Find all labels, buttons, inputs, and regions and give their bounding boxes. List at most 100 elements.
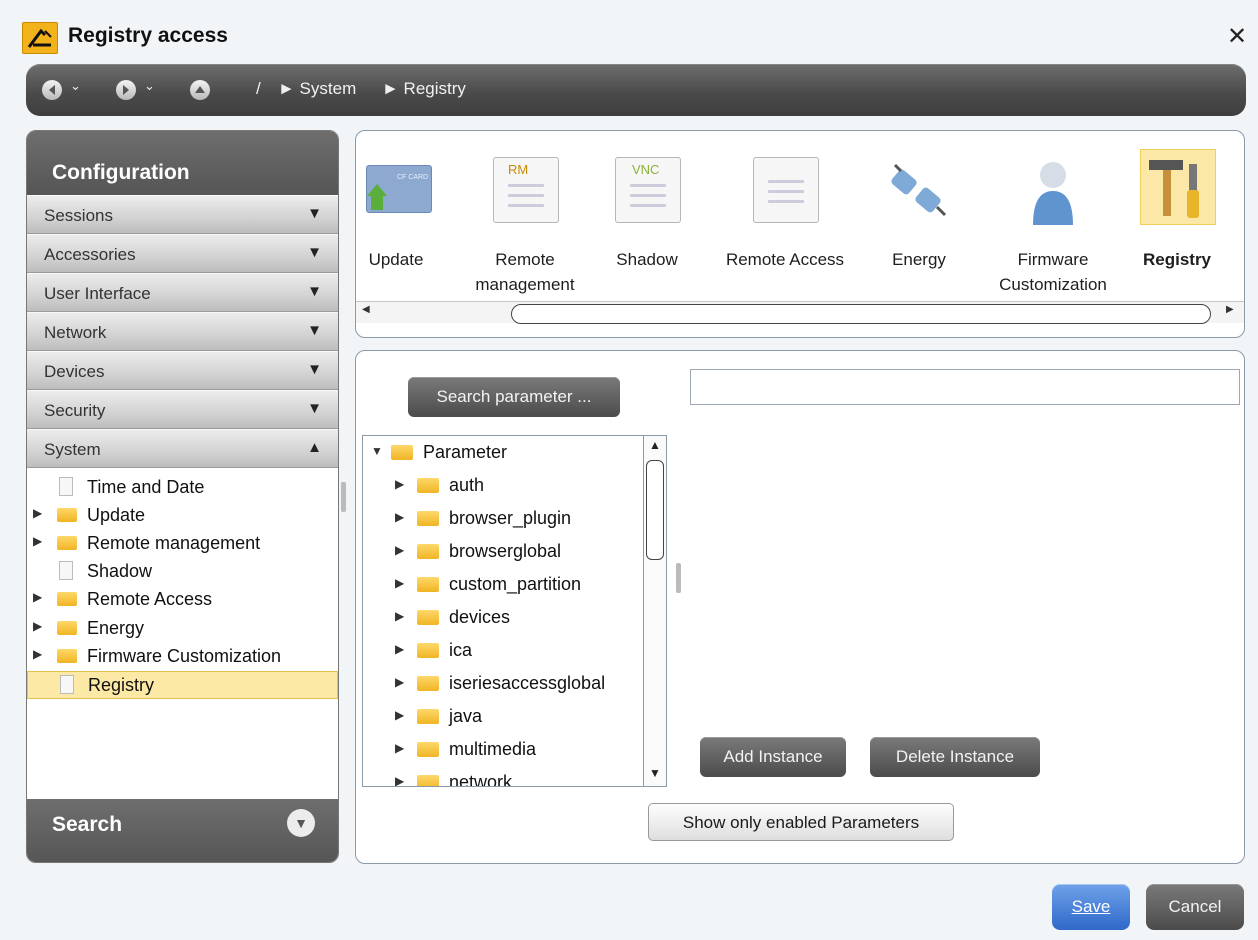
chevron-down-icon: ▼ — [307, 361, 322, 378]
tree-node-label: custom_partition — [449, 574, 582, 594]
app-logo-icon — [22, 22, 58, 54]
sidebar-item-shadow[interactable]: Shadow — [27, 558, 338, 586]
scroll-down-arrow-icon[interactable]: ▼ — [646, 766, 664, 784]
expand-arrow-icon[interactable]: ▶ — [395, 675, 404, 689]
sidebar-item-energy[interactable]: ▶ Energy — [27, 615, 338, 643]
svg-text:CF CARD: CF CARD — [397, 174, 428, 181]
expand-arrow-icon[interactable]: ▶ — [395, 774, 404, 786]
back-button[interactable] — [42, 80, 62, 100]
remote-access-list-icon — [753, 157, 819, 223]
tool-remote-access[interactable]: Remote Access — [710, 131, 860, 301]
search-parameter-button[interactable]: Search parameter ... — [408, 377, 620, 417]
sidebar-item-label: Energy — [87, 618, 145, 638]
tree-node-label: multimedia — [449, 739, 537, 759]
category-devices[interactable]: Devices ▼ — [27, 351, 338, 390]
folder-icon — [57, 536, 77, 550]
expand-arrow-icon[interactable]: ▶ — [33, 506, 42, 520]
splitter-handle[interactable] — [676, 563, 681, 593]
tree-node-network[interactable]: ▶ network — [363, 766, 643, 786]
delete-instance-button[interactable]: Delete Instance — [870, 737, 1040, 777]
expand-arrow-icon[interactable]: ▶ — [395, 576, 404, 590]
chevron-down-icon: ▼ — [307, 322, 322, 339]
tree-node-parameter[interactable]: ▼ Parameter — [363, 436, 643, 469]
folder-icon — [417, 544, 439, 559]
breadcrumb-root[interactable]: / — [256, 79, 261, 99]
scroll-up-arrow-icon[interactable]: ▲ — [646, 438, 664, 456]
expand-arrow-icon[interactable]: ▶ — [33, 590, 42, 604]
back-history-chevron-down-icon[interactable]: ⌄ — [70, 78, 81, 94]
tree-node-custom-partition[interactable]: ▶ custom_partition — [363, 568, 643, 601]
rm-badge: RM — [508, 162, 529, 177]
tree-node-ica[interactable]: ▶ ica — [363, 634, 643, 667]
tree-node-devices[interactable]: ▶ devices — [363, 601, 643, 634]
close-button[interactable]: ✕ — [1224, 24, 1250, 50]
breadcrumb-registry[interactable]: ► Registry — [382, 79, 466, 99]
sidebar-item-label: Shadow — [87, 561, 153, 581]
chevron-down-icon: ▼ — [307, 283, 322, 300]
expand-arrow-icon[interactable]: ▶ — [395, 642, 404, 656]
tree-node-iseriesaccessglobal[interactable]: ▶ iseriesaccessglobal — [363, 667, 643, 700]
tree-node-label: auth — [449, 475, 485, 495]
power-plug-icon — [887, 157, 951, 221]
forward-button[interactable] — [116, 80, 136, 100]
tool-label: Registry — [1142, 250, 1212, 269]
breadcrumb-system[interactable]: ► System — [278, 79, 356, 99]
tool-registry[interactable]: Registry — [1102, 131, 1244, 301]
sidebar-item-time-and-date[interactable]: Time and Date — [27, 474, 338, 502]
forward-history-chevron-down-icon[interactable]: ⌄ — [144, 78, 155, 94]
scrollbar-thumb[interactable] — [511, 304, 1211, 324]
show-enabled-parameters-button[interactable]: Show only enabled Parameters — [648, 803, 954, 841]
tree-node-browserglobal[interactable]: ▶ browserglobal — [363, 535, 643, 568]
tools-icon — [1140, 149, 1216, 225]
sidebar-item-firmware-customization[interactable]: ▶ Firmware Customization — [27, 643, 338, 671]
up-button[interactable] — [190, 80, 210, 100]
tool-shadow[interactable]: VNC Shadow — [572, 131, 722, 301]
expand-arrow-icon[interactable]: ▶ — [395, 708, 404, 722]
user-icon — [1021, 157, 1085, 225]
expand-arrow-icon[interactable]: ▶ — [395, 477, 404, 491]
expand-arrow-icon[interactable]: ▶ — [33, 647, 42, 661]
expand-arrow-icon[interactable]: ▶ — [395, 510, 404, 524]
expand-arrow-icon[interactable]: ▶ — [33, 619, 42, 633]
category-label: Devices — [44, 362, 105, 381]
cancel-button[interactable]: Cancel — [1146, 884, 1244, 930]
folder-icon — [57, 621, 77, 635]
tree-node-auth[interactable]: ▶ auth — [363, 469, 643, 502]
category-network[interactable]: Network ▼ — [27, 312, 338, 351]
horizontal-scrollbar[interactable]: ◀ ▶ — [356, 301, 1244, 324]
vertical-scrollbar[interactable]: ▲ ▼ — [643, 436, 666, 786]
scroll-right-arrow-icon[interactable]: ▶ — [1226, 304, 1234, 315]
category-sessions[interactable]: Sessions ▼ — [27, 195, 338, 234]
save-button[interactable]: Save — [1052, 884, 1130, 930]
expand-arrow-icon[interactable]: ▶ — [395, 741, 404, 755]
category-label: Accessories — [44, 245, 136, 264]
tree-node-browser-plugin[interactable]: ▶ browser_plugin — [363, 502, 643, 535]
add-instance-button[interactable]: Add Instance — [700, 737, 846, 777]
category-label: Sessions — [44, 206, 113, 225]
sidebar-item-update[interactable]: ▶ Update — [27, 502, 338, 530]
scroll-left-arrow-icon[interactable]: ◀ — [362, 304, 370, 315]
tool-energy[interactable]: Energy — [844, 131, 994, 301]
category-system[interactable]: System ▲ — [27, 429, 338, 468]
category-security[interactable]: Security ▼ — [27, 390, 338, 429]
search-section-header[interactable]: Search ▼ — [27, 799, 338, 862]
scrollbar-thumb[interactable] — [646, 460, 664, 560]
category-user-interface[interactable]: User Interface ▼ — [27, 273, 338, 312]
parameter-value-field[interactable] — [690, 369, 1240, 405]
expand-arrow-icon[interactable]: ▶ — [395, 609, 404, 623]
category-accessories[interactable]: Accessories ▼ — [27, 234, 338, 273]
expand-arrow-icon[interactable]: ▶ — [395, 543, 404, 557]
tree-node-java[interactable]: ▶ java — [363, 700, 643, 733]
folder-icon — [57, 649, 77, 663]
sidebar-item-registry[interactable]: Registry — [27, 671, 338, 699]
sidebar-item-remote-access[interactable]: ▶ Remote Access — [27, 586, 338, 614]
title-bar: Registry access ✕ — [0, 0, 1258, 64]
splitter-handle[interactable] — [341, 482, 346, 512]
tree-node-multimedia[interactable]: ▶ multimedia — [363, 733, 643, 766]
sidebar-item-remote-management[interactable]: ▶ Remote management — [27, 530, 338, 558]
collapse-arrow-icon[interactable]: ▼ — [371, 444, 383, 458]
tool-update[interactable]: CF CARD Update — [356, 131, 436, 301]
chevron-down-icon[interactable]: ▼ — [287, 809, 315, 837]
expand-arrow-icon[interactable]: ▶ — [33, 534, 42, 548]
document-icon — [59, 561, 73, 580]
